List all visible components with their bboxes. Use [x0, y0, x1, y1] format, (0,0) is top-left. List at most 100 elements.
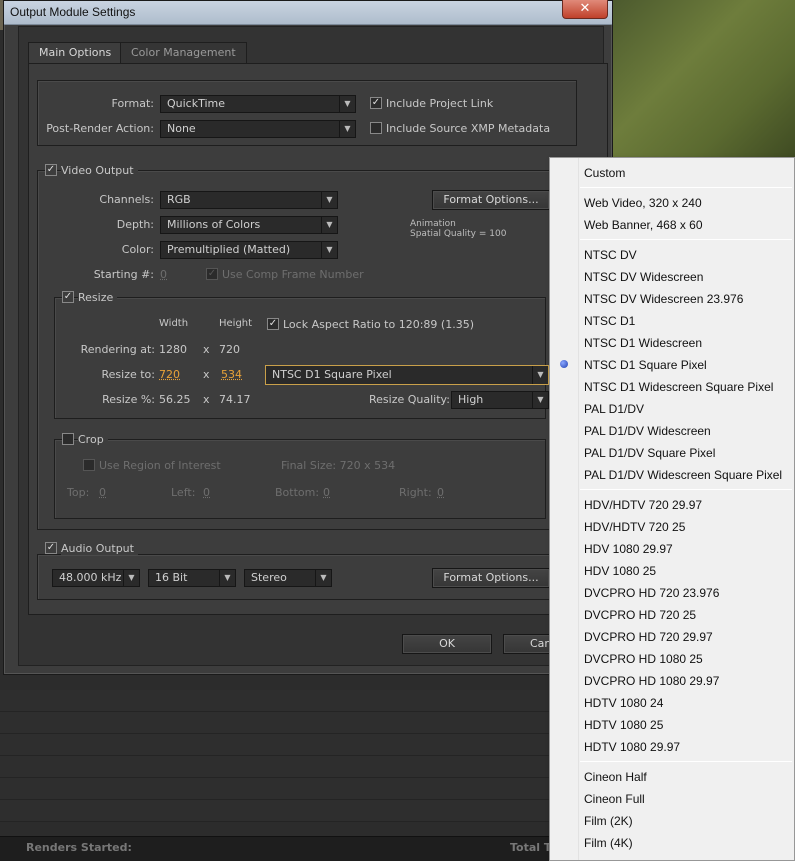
format-group: Format: QuickTime ▼ Post-Render Action: N… [37, 80, 577, 146]
crop-bottom-value[interactable]: 0 [323, 486, 330, 499]
preset-menu-item[interactable]: Custom [584, 162, 625, 184]
chevron-down-icon: ▼ [532, 366, 548, 384]
depth-label: Depth: [116, 218, 154, 231]
starting-number-value[interactable]: 0 [160, 268, 167, 281]
preset-menu-item[interactable]: NTSC DV Widescreen 23.976 [584, 288, 743, 310]
render-queue-row[interactable] [0, 800, 560, 822]
times-sign: x [203, 393, 210, 406]
post-render-value: None [167, 122, 196, 135]
preset-menu-item[interactable]: PAL D1/DV Widescreen Square Pixel [584, 464, 782, 486]
audio-output-checkbox[interactable]: ✓ [45, 542, 57, 554]
preset-menu-item[interactable]: Web Video, 320 x 240 [584, 192, 702, 214]
include-project-link-checkbox[interactable]: ✓ [370, 97, 382, 109]
render-queue-row[interactable] [0, 690, 560, 712]
width-header: Width [159, 318, 189, 329]
audio-channels-dropdown[interactable]: Stereo ▼ [244, 569, 332, 587]
dialog-title: Output Module Settings [10, 5, 136, 19]
channels-value: RGB [167, 193, 191, 206]
crop-checkbox[interactable] [62, 433, 74, 445]
lock-aspect-checkbox[interactable]: ✓ [267, 318, 279, 330]
codec-info-line1: Animation [410, 219, 456, 229]
preset-menu-item[interactable]: HDV 1080 25 [584, 560, 656, 582]
tab-color-management[interactable]: Color Management [120, 42, 247, 64]
use-comp-frame-label: Use Comp Frame Number [222, 268, 364, 281]
video-output-checkbox[interactable]: ✓ [45, 164, 57, 176]
preset-menu-item[interactable]: Film (4K) [584, 832, 633, 854]
preset-menu-item[interactable]: PAL D1/DV Square Pixel [584, 442, 715, 464]
preset-menu-item[interactable]: HDV/HDTV 720 29.97 [584, 494, 702, 516]
preset-menu-item[interactable]: Film (2K) [584, 810, 633, 832]
height-header: Height [219, 318, 253, 329]
resize-checkbox[interactable]: ✓ [62, 291, 74, 303]
preset-menu-item[interactable]: NTSC D1 Widescreen [584, 332, 702, 354]
resize-quality-label: Resize Quality: [369, 393, 450, 406]
chevron-down-icon: ▼ [339, 121, 355, 137]
audio-rate-dropdown[interactable]: 48.000 kHz ▼ [52, 569, 140, 587]
post-render-dropdown[interactable]: None ▼ [160, 120, 356, 138]
menu-separator [580, 761, 792, 762]
audio-format-options-button[interactable]: Format Options... [432, 568, 550, 588]
crop-right-value[interactable]: 0 [437, 486, 444, 499]
close-button[interactable]: ✕ [562, 0, 608, 19]
close-icon: ✕ [579, 1, 591, 16]
preset-menu-item[interactable]: HDV 1080 29.97 [584, 538, 673, 560]
times-sign: x [203, 368, 210, 381]
crop-right-label: Right: [399, 486, 432, 499]
preset-menu-item[interactable]: NTSC DV Widescreen [584, 266, 703, 288]
video-format-options-button[interactable]: Format Options... [432, 190, 550, 210]
preset-menu-item[interactable]: NTSC DV [584, 244, 637, 266]
ok-button[interactable]: OK [402, 634, 492, 654]
use-comp-frame-checkbox[interactable]: ✓ [206, 268, 218, 280]
format-value: QuickTime [167, 97, 226, 110]
depth-dropdown[interactable]: Millions of Colors ▼ [160, 216, 338, 234]
preset-menu-item[interactable]: DVCPRO HD 1080 25 [584, 648, 703, 670]
chevron-down-icon: ▼ [315, 570, 331, 586]
resize-preset-dropdown[interactable]: NTSC D1 Square Pixel ▼ [265, 365, 549, 385]
times-sign: x [203, 343, 210, 356]
preset-menu-item[interactable]: NTSC D1 Widescreen Square Pixel [584, 376, 773, 398]
preset-menu-item[interactable]: DVCPRO HD 720 23.976 [584, 582, 719, 604]
preset-menu-item[interactable]: HDTV 1080 24 [584, 692, 663, 714]
render-queue-row[interactable] [0, 712, 560, 734]
preset-menu-item[interactable]: HDTV 1080 25 [584, 714, 663, 736]
preset-menu-item[interactable]: PAL D1/DV [584, 398, 644, 420]
resize-to-width[interactable]: 720 [159, 368, 180, 381]
preset-menu-item[interactable]: HDV/HDTV 720 25 [584, 516, 685, 538]
render-queue-row[interactable] [0, 756, 560, 778]
resize-preset-menu: Custom Web Video, 320 x 240 Web Banner, 46… [549, 157, 795, 861]
preset-menu-item[interactable]: DVCPRO HD 720 29.97 [584, 626, 713, 648]
resize-quality-value: High [458, 393, 484, 406]
use-roi-checkbox[interactable] [83, 459, 95, 471]
format-dropdown[interactable]: QuickTime ▼ [160, 95, 356, 113]
render-queue-row[interactable] [0, 734, 560, 756]
include-xmp-label: Include Source XMP Metadata [386, 122, 551, 135]
chevron-down-icon: ▼ [532, 392, 548, 408]
resize-quality-dropdown[interactable]: High ▼ [451, 391, 549, 409]
render-queue-row[interactable] [0, 778, 560, 800]
preset-menu-item[interactable]: PAL D1/DV Widescreen [584, 420, 711, 442]
preset-menu-item[interactable]: Cineon Half [584, 766, 647, 788]
chevron-down-icon: ▼ [321, 217, 337, 233]
color-dropdown[interactable]: Premultiplied (Matted) ▼ [160, 241, 338, 259]
final-size-label: Final Size: 720 x 534 [281, 459, 396, 472]
crop-left-value[interactable]: 0 [203, 486, 210, 499]
channels-dropdown[interactable]: RGB ▼ [160, 191, 338, 209]
video-output-label: Video Output [61, 164, 138, 177]
audio-bits-dropdown[interactable]: 16 Bit ▼ [148, 569, 236, 587]
color-label: Color: [121, 243, 154, 256]
preset-menu-item[interactable]: Cineon Full [584, 788, 645, 810]
rendering-height: 720 [219, 343, 240, 356]
resize-to-height[interactable]: 534 [221, 368, 242, 381]
video-output-group: Channels: RGB ▼ Depth: Millions of Colors… [37, 170, 577, 530]
crop-top-value[interactable]: 0 [99, 486, 106, 499]
preset-menu-item[interactable]: NTSC D1 [584, 310, 635, 332]
include-xmp-checkbox[interactable] [370, 122, 382, 134]
tab-main-options[interactable]: Main Options [28, 42, 123, 64]
include-project-link-label: Include Project Link [386, 97, 494, 110]
preset-menu-item[interactable]: HDTV 1080 29.97 [584, 736, 680, 758]
dialog-titlebar[interactable]: Output Module Settings ✕ [4, 0, 612, 25]
preset-menu-item[interactable]: DVCPRO HD 1080 29.97 [584, 670, 719, 692]
preset-menu-item[interactable]: NTSC D1 Square Pixel [584, 354, 707, 376]
preset-menu-item[interactable]: DVCPRO HD 720 25 [584, 604, 696, 626]
preset-menu-item[interactable]: Web Banner, 468 x 60 [584, 214, 703, 236]
